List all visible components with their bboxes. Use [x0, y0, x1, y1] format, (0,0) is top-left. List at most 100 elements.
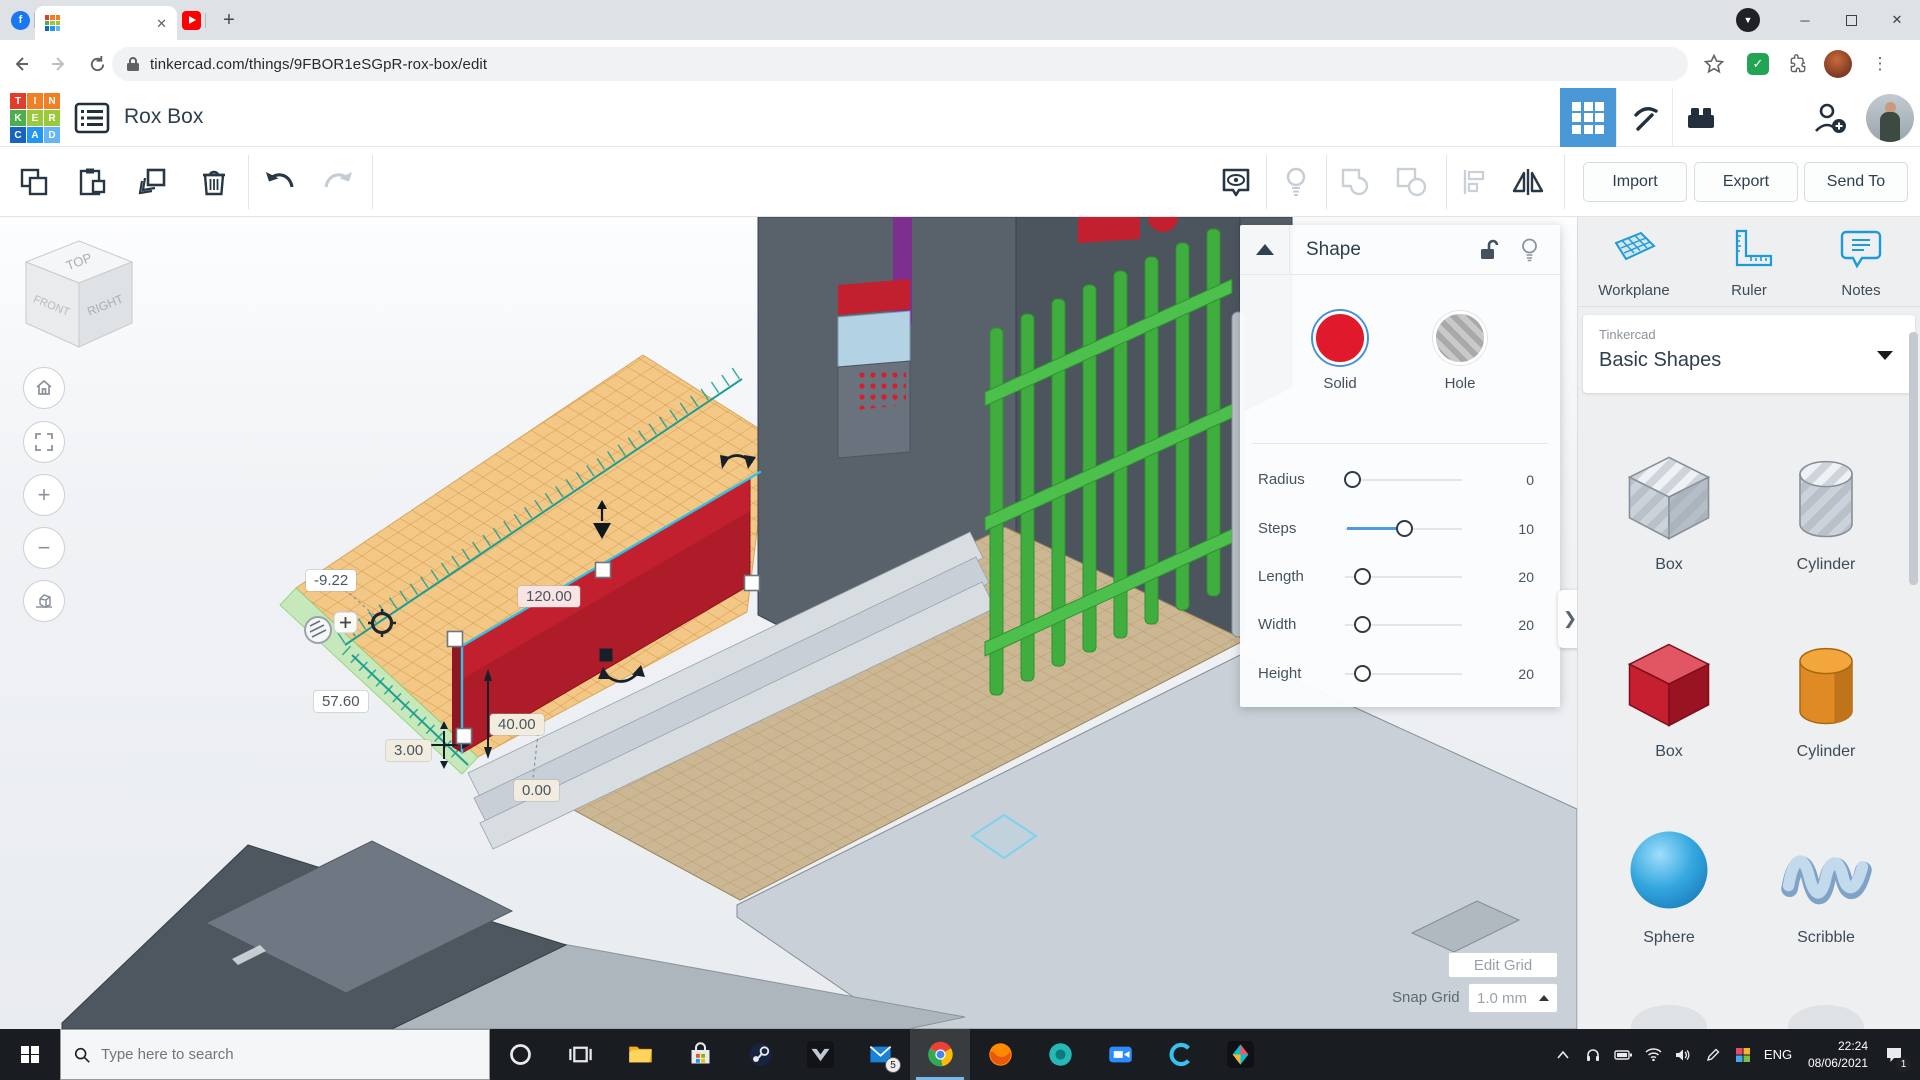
shape-library-dropdown[interactable]: Tinkercad Basic Shapes — [1583, 315, 1915, 393]
copy-button[interactable] — [12, 160, 56, 204]
dashboard-grid-button[interactable] — [1560, 88, 1616, 147]
shape-cylinder-hole[interactable]: Cylinder — [1766, 445, 1886, 574]
taskbar-app-meet[interactable] — [1090, 1029, 1150, 1080]
minecraft-pickaxe-icon[interactable] — [1616, 88, 1672, 147]
taskbar-app-predator[interactable] — [790, 1029, 850, 1080]
shape-box-hole[interactable]: Box — [1609, 445, 1729, 574]
slider-knob[interactable] — [1354, 616, 1371, 633]
light-bulb-button[interactable] — [1274, 160, 1318, 204]
taskbar-app-store[interactable] — [670, 1029, 730, 1080]
pinned-tab[interactable]: f — [6, 0, 35, 40]
perspective-toggle-button[interactable] — [23, 580, 65, 622]
solid-swatch[interactable]: Solid — [1300, 311, 1380, 392]
minimize-button[interactable]: ─ — [1782, 0, 1828, 40]
lego-brick-icon[interactable] — [1672, 88, 1728, 147]
dim-base[interactable]: 3.00 — [386, 740, 431, 761]
tinkercad-logo[interactable]: TIN KER CAD — [10, 93, 60, 143]
shape-scribble[interactable]: Scribble — [1766, 818, 1886, 947]
design-title[interactable]: Rox Box — [124, 88, 203, 146]
shape-cylinder-orange[interactable]: Cylinder — [1766, 632, 1886, 761]
dim-height[interactable]: 40.00 — [490, 714, 544, 735]
slider-value[interactable]: 20 — [1484, 650, 1534, 698]
fit-view-button[interactable] — [23, 421, 65, 463]
taskbar-app-file-explorer[interactable] — [610, 1029, 670, 1080]
zoom-out-button[interactable]: − — [23, 527, 65, 569]
group-button[interactable] — [1334, 160, 1378, 204]
reload-icon[interactable] — [80, 47, 114, 81]
shape-box-red[interactable]: Box — [1609, 632, 1729, 761]
ruler-tool[interactable]: Ruler — [1699, 227, 1799, 299]
dim-ruler-a[interactable]: 57.60 — [314, 691, 368, 712]
pinned-tab[interactable] — [177, 0, 206, 40]
sidebar-scrollbar[interactable] — [1909, 332, 1918, 585]
panel-collapse-button[interactable] — [1240, 225, 1290, 275]
taskbar-app-steam[interactable] — [730, 1029, 790, 1080]
tab-close-icon[interactable]: ✕ — [156, 17, 167, 30]
home-view-button[interactable] — [23, 367, 65, 409]
slider-track[interactable] — [1345, 479, 1462, 481]
color-app-icon[interactable] — [1728, 1029, 1758, 1080]
redo-button[interactable] — [316, 160, 360, 204]
taskbar-app-kite[interactable] — [1210, 1029, 1270, 1080]
invite-person-icon[interactable] — [1800, 88, 1860, 147]
taskbar-app-mail[interactable]: 5 — [850, 1029, 910, 1080]
import-button[interactable]: Import — [1583, 162, 1687, 202]
zoom-in-button[interactable]: + — [23, 474, 65, 516]
volume-icon[interactable] — [1668, 1029, 1698, 1080]
dim-ruler-b[interactable]: -9.22 — [306, 570, 356, 591]
unlock-icon[interactable] — [1479, 239, 1499, 261]
bookmark-star-icon[interactable] — [1694, 40, 1734, 88]
headset-icon[interactable] — [1578, 1029, 1608, 1080]
taskbar-app-chrome[interactable] — [910, 1029, 970, 1080]
bulb-icon[interactable] — [1521, 238, 1538, 262]
search-input[interactable] — [101, 1046, 441, 1063]
back-icon[interactable] — [4, 47, 38, 81]
taskbar-app-firefox[interactable] — [970, 1029, 1030, 1080]
new-tab-button[interactable]: + — [214, 5, 244, 35]
slider-value[interactable]: 20 — [1484, 601, 1534, 649]
slider-knob[interactable] — [1344, 471, 1361, 488]
tray-expand-icon[interactable] — [1548, 1029, 1578, 1080]
notification-center-icon[interactable]: 1 — [1872, 1029, 1916, 1080]
wifi-icon[interactable] — [1638, 1029, 1668, 1080]
slider-value[interactable]: 20 — [1484, 553, 1534, 601]
taskbar-app-cortana[interactable] — [490, 1029, 550, 1080]
profile-avatar[interactable] — [1820, 40, 1856, 88]
mirror-button[interactable] — [1506, 160, 1550, 204]
battery-icon[interactable] — [1608, 1029, 1638, 1080]
view-cube[interactable]: TOP FRONT RIGHT — [18, 235, 140, 360]
dim-elevation[interactable]: 0.00 — [514, 780, 559, 801]
user-avatar[interactable] — [1866, 94, 1914, 142]
slider-value[interactable]: 0 — [1484, 456, 1534, 504]
media-control-icon[interactable]: ▼ — [1736, 8, 1760, 32]
delete-button[interactable] — [192, 160, 236, 204]
taskbar-app-task-view[interactable] — [550, 1029, 610, 1080]
language-indicator[interactable]: ENG — [1758, 1047, 1798, 1062]
workplane-tool[interactable]: Workplane — [1584, 227, 1684, 299]
tray-clock[interactable]: 22:24 08/06/2021 — [1798, 1038, 1872, 1070]
paste-button[interactable] — [70, 160, 114, 204]
taskbar-app-epic[interactable] — [1030, 1029, 1090, 1080]
slider-knob[interactable] — [1354, 568, 1371, 585]
export-button[interactable]: Export — [1694, 162, 1798, 202]
show-all-button[interactable] — [1214, 160, 1258, 204]
align-button[interactable] — [1452, 160, 1496, 204]
slider-knob[interactable] — [1354, 665, 1371, 682]
active-tab-tinkercad[interactable]: ✕ — [35, 6, 177, 40]
duplicate-button[interactable] — [130, 160, 174, 204]
maximize-button[interactable] — [1828, 0, 1874, 40]
taskbar-search[interactable] — [60, 1029, 490, 1080]
close-button[interactable]: ✕ — [1874, 0, 1920, 40]
shape-sphere[interactable]: Sphere — [1609, 818, 1729, 947]
extension-check-icon[interactable]: ✓ — [1740, 40, 1776, 88]
start-button[interactable] — [0, 1029, 60, 1080]
slider-value[interactable]: 10 — [1484, 505, 1534, 553]
notes-tool[interactable]: Notes — [1811, 227, 1911, 299]
pen-icon[interactable] — [1698, 1029, 1728, 1080]
ungroup-button[interactable] — [1390, 160, 1434, 204]
hole-swatch[interactable]: Hole — [1420, 311, 1500, 392]
undo-button[interactable] — [258, 160, 302, 204]
url-bar[interactable]: tinkercad.com/things/9FBOR1eSGpR-rox-box… — [112, 47, 1688, 81]
slider-knob[interactable] — [1396, 520, 1413, 537]
design-properties-icon[interactable] — [74, 102, 110, 139]
